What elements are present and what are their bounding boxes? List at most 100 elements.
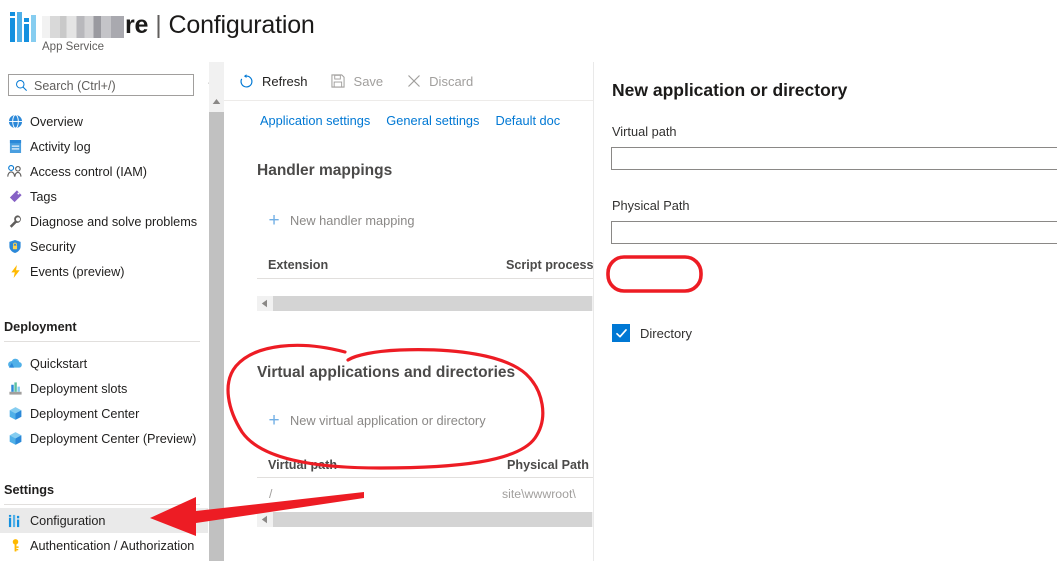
sidebar-item-access-control[interactable]: Access control (IAM) [0, 159, 208, 184]
divider [4, 504, 200, 505]
page-header: re | Configuration App Service [0, 0, 1057, 62]
sidebar-item-tags[interactable]: Tags [0, 184, 208, 209]
directory-checkbox-row[interactable]: Directory [612, 324, 692, 342]
sidebar-item-events[interactable]: Events (preview) [0, 259, 208, 284]
search-icon [15, 79, 28, 92]
configuration-bars-icon [2, 512, 28, 530]
save-disk-icon [330, 73, 347, 90]
scroll-left-arrow-icon[interactable] [257, 512, 272, 527]
column-header-virtual-path: Virtual path [268, 458, 337, 472]
sidebar-item-security[interactable]: Security [0, 234, 208, 259]
refresh-button[interactable]: Refresh [230, 66, 316, 96]
sidebar-item-label: Events (preview) [30, 265, 124, 279]
sidebar-item-authentication[interactable]: Authentication / Authorization [0, 533, 208, 558]
cell-virtual-path: / [269, 487, 272, 501]
scrollbar-thumb[interactable] [209, 112, 224, 561]
plus-icon: + [266, 414, 282, 428]
sidebar: « Overview Activity log [0, 62, 208, 561]
tab-default-documents[interactable]: Default doc [493, 113, 562, 128]
wrench-icon [2, 213, 28, 231]
sidebar-item-deployment-slots[interactable]: Deployment slots [0, 376, 208, 401]
scrollbar-thumb[interactable] [273, 512, 592, 527]
handler-mappings-title: Handler mappings [257, 162, 392, 180]
virtual-path-label: Virtual path [612, 124, 677, 139]
divider [257, 477, 593, 478]
sidebar-group-settings: Settings [0, 483, 208, 505]
save-label: Save [354, 74, 384, 89]
new-handler-mapping-label: New handler mapping [290, 213, 415, 228]
sidebar-item-label: Authentication / Authorization [30, 539, 194, 553]
checkmark-icon [615, 327, 628, 340]
refresh-label: Refresh [262, 74, 308, 89]
deployment-slots-icon [2, 380, 28, 398]
search-box[interactable] [8, 74, 194, 96]
close-x-icon [405, 73, 422, 90]
directory-checkbox-label: Directory [640, 326, 692, 341]
activity-log-icon [2, 138, 28, 156]
virtual-path-input[interactable] [611, 147, 1057, 170]
sidebar-item-label: Deployment Center (Preview) [30, 432, 196, 446]
sidebar-item-configuration[interactable]: Configuration [0, 508, 208, 533]
globe-icon [2, 113, 28, 131]
sidebar-item-activity-log[interactable]: Activity log [0, 134, 208, 159]
cell-physical-path: site\wwwroot\ [502, 487, 576, 501]
scroll-up-arrow-icon[interactable] [209, 93, 224, 110]
lightning-icon [2, 263, 28, 281]
tab-bar: Application settings General settings De… [224, 105, 593, 135]
new-application-panel: New application or directory Virtual pat… [593, 62, 1057, 561]
sidebar-group-label: Deployment [0, 320, 208, 334]
scrollbar-thumb[interactable] [273, 296, 592, 311]
new-virtual-application-label: New virtual application or directory [290, 413, 486, 428]
discard-button[interactable]: Discard [397, 66, 481, 96]
cube-icon [2, 430, 28, 448]
sidebar-item-label: Quickstart [30, 357, 87, 371]
cube-icon [2, 405, 28, 423]
directory-checkbox[interactable] [612, 324, 630, 342]
access-control-icon [2, 163, 28, 181]
save-button[interactable]: Save [322, 66, 392, 96]
tag-icon [2, 188, 28, 206]
column-header-extension: Extension [268, 258, 328, 272]
new-virtual-application-link[interactable]: + New virtual application or directory [266, 413, 486, 428]
divider [257, 278, 593, 279]
discard-label: Discard [429, 74, 473, 89]
sidebar-item-label: Access control (IAM) [30, 165, 147, 179]
handler-mappings-hscrollbar[interactable] [257, 296, 593, 311]
sidebar-scrollbar[interactable] [209, 62, 224, 561]
sidebar-item-label: Activity log [30, 140, 91, 154]
sidebar-item-label: Deployment Center [30, 407, 139, 421]
sidebar-item-diagnose[interactable]: Diagnose and solve problems [0, 209, 208, 234]
divider [4, 341, 200, 342]
command-bar: Refresh Save Discard [224, 62, 593, 101]
search-input[interactable] [32, 75, 194, 97]
tab-general-settings[interactable]: General settings [384, 113, 481, 128]
title-separator: | [155, 11, 161, 40]
page-subtitle: App Service [42, 41, 104, 53]
new-handler-mapping-link[interactable]: + New handler mapping [266, 213, 415, 228]
search-container [8, 74, 194, 96]
physical-path-input[interactable] [611, 221, 1057, 244]
sidebar-group-label: Settings [0, 483, 208, 497]
virtual-apps-hscrollbar[interactable] [257, 512, 593, 527]
scroll-left-arrow-icon[interactable] [257, 296, 272, 311]
panel-title: New application or directory [612, 80, 847, 101]
sidebar-item-label: Deployment slots [30, 382, 127, 396]
sidebar-item-quickstart[interactable]: Quickstart [0, 351, 208, 376]
tab-application-settings[interactable]: Application settings [258, 113, 372, 128]
sidebar-item-label: Configuration [30, 514, 105, 528]
column-header-physical-path: Physical Path [507, 458, 589, 472]
column-header-script-processor: Script processo [506, 258, 593, 272]
sidebar-item-deployment-center-preview[interactable]: Deployment Center (Preview) [0, 426, 208, 451]
shield-icon [2, 238, 28, 256]
key-icon [2, 537, 28, 555]
main-content: Refresh Save Discard Application [224, 62, 593, 561]
sidebar-item-label: Diagnose and solve problems [30, 215, 197, 229]
cloud-icon [2, 355, 28, 373]
app-service-bars-icon [10, 12, 36, 42]
sidebar-item-label: Security [30, 240, 76, 254]
sidebar-item-overview[interactable]: Overview [0, 109, 208, 134]
resource-name-suffix: re [125, 11, 148, 40]
virtual-apps-title: Virtual applications and directories [257, 364, 515, 382]
sidebar-item-deployment-center[interactable]: Deployment Center [0, 401, 208, 426]
sidebar-item-label: Tags [30, 190, 57, 204]
